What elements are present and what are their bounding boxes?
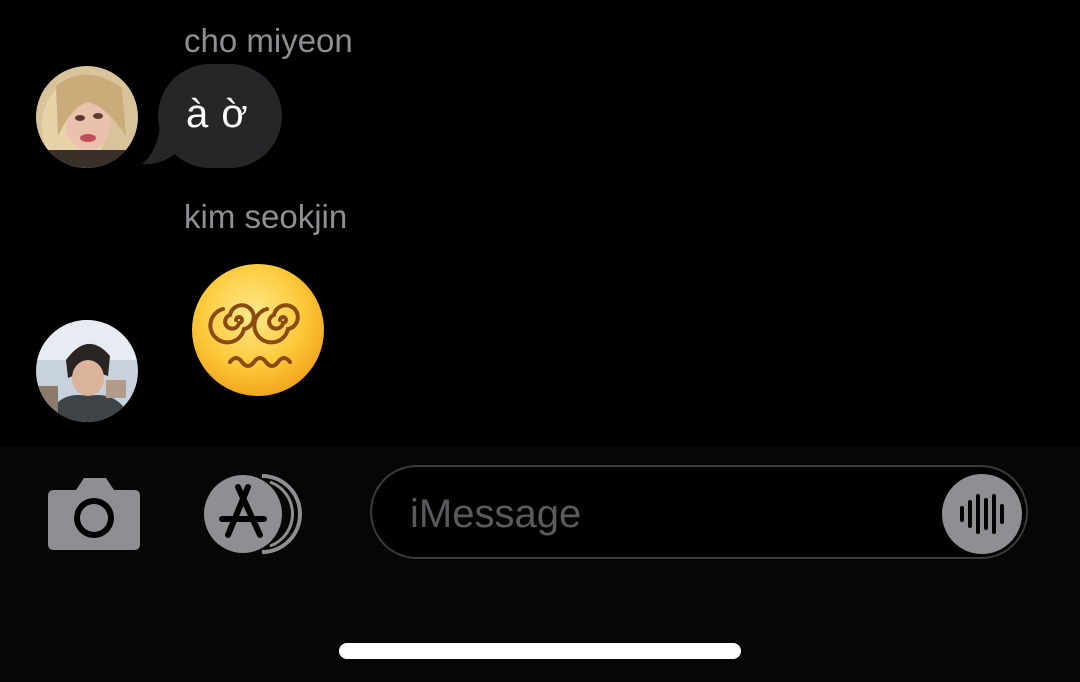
camera-icon [48,478,140,550]
home-indicator[interactable] [339,643,741,659]
imessage-field [370,465,1028,559]
audio-record-button[interactable] [942,474,1022,554]
sender-name-cho-miyeon: cho miyeon [184,22,353,59]
app-store-button[interactable] [202,473,312,555]
sender-name-kim-seokjin: kim seokjin [184,198,348,235]
face-with-spiral-eyes-emoji[interactable] [190,262,326,398]
message-input[interactable] [408,485,932,543]
avatar-kim-seokjin[interactable] [36,320,138,422]
app-store-icon [204,474,302,554]
message-text: à ờ [186,92,249,136]
avatar-cho-miyeon[interactable] [36,66,138,168]
camera-button[interactable] [46,476,142,552]
audio-waveform-icon [960,494,1004,534]
